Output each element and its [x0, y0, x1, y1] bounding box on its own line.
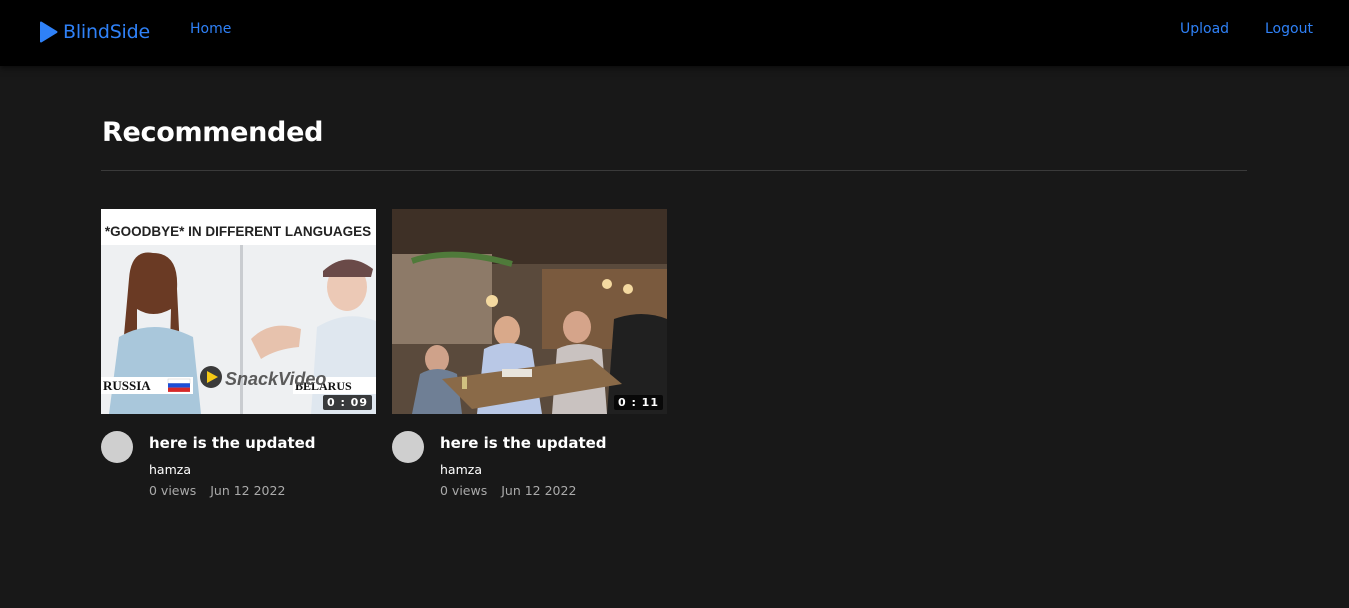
video-card[interactable]: 0 : 11 here is the updated hamza 0 views…	[392, 209, 667, 509]
video-title[interactable]: here is the updated	[149, 434, 316, 452]
video-duration-badge: 0 : 09	[322, 395, 372, 410]
channel-name[interactable]: hamza	[149, 462, 191, 477]
nav-home-link[interactable]: Home	[190, 21, 231, 37]
video-card[interactable]: *GOODBYE* IN DIFFERENT LANGUAGES RUSSIA …	[101, 209, 376, 509]
brand-logo-link[interactable]: BlindSide	[39, 19, 150, 45]
thumbnail-image	[392, 209, 667, 414]
channel-avatar[interactable]	[101, 431, 133, 463]
top-navbar: BlindSide Home Upload Logout	[0, 0, 1349, 66]
thumbnail-caption: *GOODBYE* IN DIFFERENT LANGUAGES	[105, 224, 371, 239]
thumbnail-label-left: RUSSIA	[103, 378, 151, 393]
video-meta: 0 views Jun 12 2022	[440, 483, 576, 498]
video-title[interactable]: here is the updated	[440, 434, 607, 452]
view-count: 0 views	[440, 483, 488, 498]
video-thumbnail[interactable]: *GOODBYE* IN DIFFERENT LANGUAGES RUSSIA …	[101, 209, 376, 414]
upload-date: Jun 12 2022	[210, 483, 286, 498]
thumbnail-image: *GOODBYE* IN DIFFERENT LANGUAGES RUSSIA …	[101, 209, 376, 414]
play-icon	[39, 21, 58, 43]
video-thumbnail[interactable]: 0 : 11	[392, 209, 667, 414]
nav-logout-link[interactable]: Logout	[1265, 21, 1313, 37]
section-title: Recommended	[102, 117, 324, 148]
video-meta: 0 views Jun 12 2022	[149, 483, 285, 498]
channel-name[interactable]: hamza	[440, 462, 482, 477]
video-duration-badge: 0 : 11	[613, 395, 663, 410]
upload-date: Jun 12 2022	[501, 483, 577, 498]
nav-upload-link[interactable]: Upload	[1180, 21, 1229, 37]
channel-avatar[interactable]	[392, 431, 424, 463]
view-count: 0 views	[149, 483, 197, 498]
brand-name: BlindSide	[63, 21, 150, 43]
section-divider	[101, 170, 1247, 171]
thumbnail-watermark: SnackVideo	[225, 369, 326, 389]
